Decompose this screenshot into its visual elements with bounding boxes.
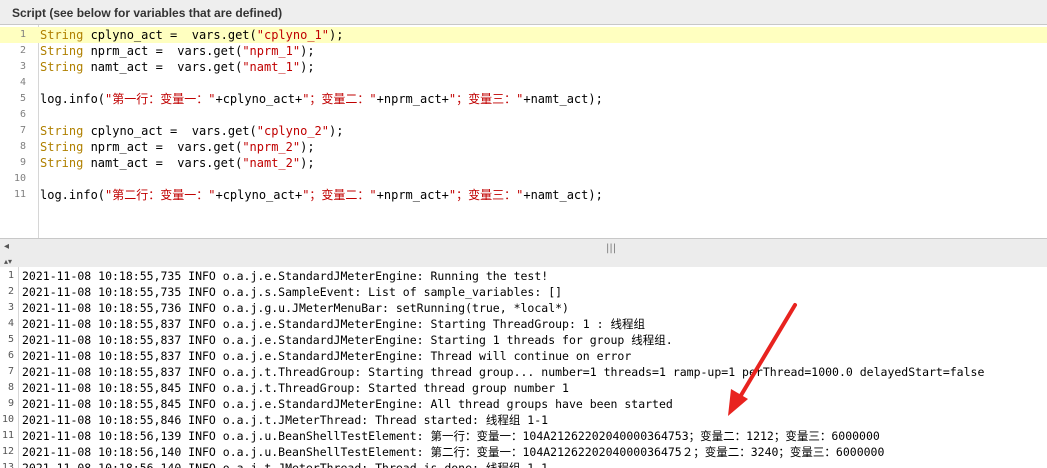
arrow-head-icon — [728, 389, 748, 416]
red-arrow-annotation — [728, 303, 797, 416]
arrow-shaft — [735, 303, 797, 404]
